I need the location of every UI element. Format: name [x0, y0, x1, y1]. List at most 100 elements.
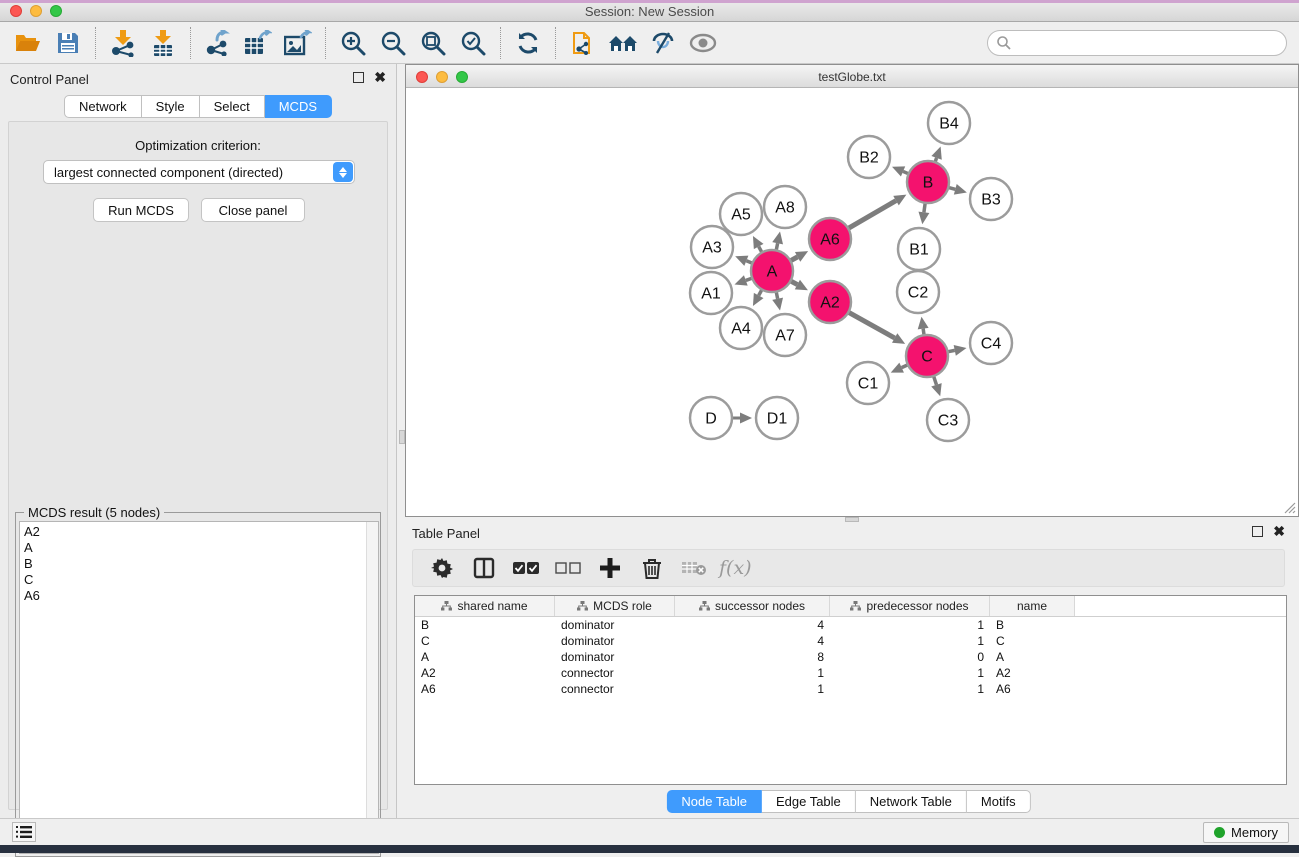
tab-style[interactable]: Style [142, 95, 200, 118]
function-builder-icon[interactable]: f(x) [719, 557, 752, 579]
table-cell[interactable]: B [990, 618, 1075, 632]
dropdown-stepper-icon[interactable] [333, 162, 353, 182]
deselect-all-icon[interactable] [549, 552, 587, 584]
table-cell[interactable]: A6 [415, 682, 555, 696]
result-item[interactable]: A2 [24, 524, 378, 540]
close-table-panel-icon[interactable]: ✖ [1273, 526, 1285, 537]
float-panel-icon[interactable] [353, 72, 364, 83]
table-cell[interactable]: 0 [830, 650, 990, 664]
memory-button[interactable]: Memory [1203, 822, 1289, 843]
network-window-title: testGlobe.txt [406, 70, 1298, 84]
table-row[interactable]: A6connector11A6 [415, 681, 1286, 697]
table-cell[interactable]: 8 [675, 650, 830, 664]
result-item[interactable]: C [24, 572, 378, 588]
column-header-successor-nodes[interactable]: successor nodes [675, 596, 830, 616]
graph-node-label: C4 [981, 336, 1002, 353]
table-cell[interactable]: 1 [830, 666, 990, 680]
tab-motifs[interactable]: Motifs [967, 790, 1031, 813]
column-header-predecessor-nodes[interactable]: predecessor nodes [830, 596, 990, 616]
close-panel-icon[interactable]: ✖ [374, 72, 386, 83]
splitter-handle[interactable] [399, 430, 405, 444]
table-cell[interactable]: A2 [415, 666, 555, 680]
import-table-icon[interactable] [143, 25, 183, 61]
table-row[interactable]: A2connector11A2 [415, 665, 1286, 681]
tab-network-table[interactable]: Network Table [856, 790, 967, 813]
graph-node-label: B [923, 175, 934, 192]
table-cell[interactable]: 1 [830, 682, 990, 696]
tab-node-table[interactable]: Node Table [666, 790, 762, 813]
result-item[interactable]: A [24, 540, 378, 556]
refresh-icon[interactable] [508, 25, 548, 61]
export-image-icon[interactable] [278, 25, 318, 61]
table-cell[interactable]: 1 [830, 634, 990, 648]
table-cell[interactable]: 4 [675, 634, 830, 648]
zoom-out-icon[interactable] [373, 25, 413, 61]
table-settings-icon[interactable] [423, 552, 461, 584]
result-list-scrollbar[interactable] [366, 522, 378, 853]
network-window-titlebar[interactable]: testGlobe.txt [406, 65, 1298, 88]
float-table-panel-icon[interactable] [1252, 526, 1263, 537]
tab-select[interactable]: Select [200, 95, 265, 118]
node-table-header: shared nameMCDS rolesuccessor nodesprede… [415, 596, 1286, 617]
export-table-icon[interactable] [238, 25, 278, 61]
zoom-fit-icon[interactable] [413, 25, 453, 61]
node-table[interactable]: shared nameMCDS rolesuccessor nodesprede… [414, 595, 1287, 785]
import-network-icon[interactable] [103, 25, 143, 61]
result-item[interactable]: A6 [24, 588, 378, 604]
table-cell[interactable]: connector [555, 666, 675, 680]
show-columns-icon[interactable] [465, 552, 503, 584]
table-cell[interactable]: B [415, 618, 555, 632]
table-cell[interactable]: 4 [675, 618, 830, 632]
save-session-icon[interactable] [48, 25, 88, 61]
table-cell[interactable]: connector [555, 682, 675, 696]
optimization-criterion-label: Optimization criterion: [9, 138, 387, 153]
select-all-icon[interactable] [507, 552, 545, 584]
graph-edge[interactable] [934, 376, 937, 385]
delete-table-icon[interactable] [675, 552, 713, 584]
column-header-shared-name[interactable]: shared name [415, 596, 555, 616]
run-mcds-button[interactable]: Run MCDS [93, 198, 189, 222]
new-network-icon[interactable] [563, 25, 603, 61]
criterion-dropdown[interactable]: largest connected component (directed) [43, 160, 355, 184]
mcds-result-list[interactable]: A2ABCA6 [19, 521, 379, 854]
zoom-selected-icon[interactable] [453, 25, 493, 61]
tab-edge-table[interactable]: Edge Table [762, 790, 856, 813]
table-cell[interactable]: C [990, 634, 1075, 648]
zoom-in-icon[interactable] [333, 25, 373, 61]
delete-column-icon[interactable] [633, 552, 671, 584]
search-input[interactable] [987, 30, 1287, 56]
home-icon[interactable] [603, 25, 643, 61]
graph-edge[interactable] [848, 201, 896, 229]
table-cell[interactable]: dominator [555, 634, 675, 648]
task-history-button[interactable] [12, 822, 36, 842]
resize-grip-icon[interactable] [1284, 502, 1296, 514]
tab-network[interactable]: Network [64, 95, 142, 118]
hide-glasses-icon[interactable] [643, 25, 683, 61]
export-network-icon[interactable] [198, 25, 238, 61]
table-cell[interactable]: A [415, 650, 555, 664]
result-item[interactable]: B [24, 556, 378, 572]
column-header-name[interactable]: name [990, 596, 1075, 616]
table-cell[interactable]: dominator [555, 618, 675, 632]
graph-edge[interactable] [924, 203, 925, 213]
close-panel-button[interactable]: Close panel [201, 198, 305, 222]
table-cell[interactable]: C [415, 634, 555, 648]
table-row[interactable]: Cdominator41C [415, 633, 1286, 649]
control-panel-tabs: NetworkStyleSelectMCDS [64, 95, 332, 118]
table-row[interactable]: Adominator80A [415, 649, 1286, 665]
table-cell[interactable]: 1 [675, 666, 830, 680]
graph-edge[interactable] [848, 312, 894, 338]
table-row[interactable]: Bdominator41B [415, 617, 1286, 633]
table-cell[interactable]: dominator [555, 650, 675, 664]
add-column-icon[interactable] [591, 552, 629, 584]
table-cell[interactable]: A6 [990, 682, 1075, 696]
table-cell[interactable]: A2 [990, 666, 1075, 680]
table-cell[interactable]: A [990, 650, 1075, 664]
show-eye-icon[interactable] [683, 25, 723, 61]
open-file-icon[interactable] [8, 25, 48, 61]
table-cell[interactable]: 1 [830, 618, 990, 632]
table-cell[interactable]: 1 [675, 682, 830, 696]
network-graph-canvas[interactable]: AA1A3A5A8A4A7A6A2BB2B4B3B1CC2C4C1C3DD1 [407, 89, 1297, 515]
column-header-MCDS-role[interactable]: MCDS role [555, 596, 675, 616]
tab-mcds[interactable]: MCDS [265, 95, 332, 118]
